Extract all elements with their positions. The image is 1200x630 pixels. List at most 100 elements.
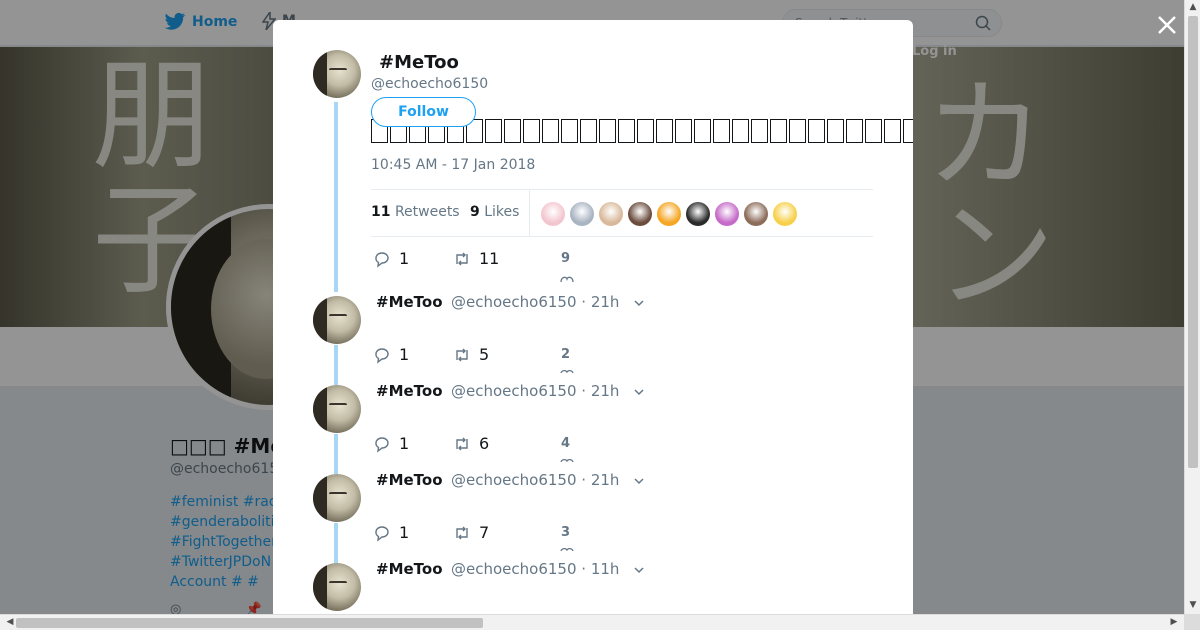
liker-avatar[interactable]	[599, 202, 623, 226]
chevron-down-icon[interactable]	[633, 475, 645, 487]
heart-icon[interactable]	[560, 547, 574, 551]
tweet-text-glyph	[865, 119, 882, 143]
reply-author-name[interactable]: #MeToo	[376, 293, 443, 311]
like-count[interactable]: 9	[561, 251, 570, 266]
vertical-scrollbar[interactable]: ▲ ▼	[1184, 0, 1200, 614]
retweets-stat[interactable]: 11 Retweets	[371, 204, 460, 220]
reply-handle-text: @echoecho6150	[451, 382, 577, 400]
scroll-up-arrow-icon[interactable]: ▲	[1185, 2, 1200, 12]
likes-label: Likes	[484, 204, 520, 220]
tweet-text-glyph	[580, 119, 597, 143]
avatar[interactable]	[313, 385, 361, 433]
reply-count: 1	[399, 249, 410, 268]
liker-avatar[interactable]	[715, 202, 739, 226]
like-count[interactable]: 2	[561, 347, 570, 362]
tweet-author-name[interactable]: #MeToo	[379, 52, 459, 73]
tweet-text-glyph	[504, 119, 521, 143]
tweet-timestamp[interactable]: 10:45 AM - 17 Jan 2018	[371, 157, 535, 173]
tweet-stats: 11 Retweets 9 Likes	[371, 189, 873, 237]
thread-line	[334, 523, 338, 563]
reply-time[interactable]: · 21h	[581, 382, 619, 400]
tweet-text-glyph	[561, 119, 578, 143]
tweet-text-glyph	[827, 119, 844, 143]
reply-author-handle[interactable]: @echoecho6150 · 21h	[451, 382, 619, 400]
tweet-text-glyph	[846, 119, 863, 143]
liker-avatar[interactable]	[570, 202, 594, 226]
thread-line	[334, 434, 338, 474]
reply-icon	[375, 525, 389, 542]
thread-line	[334, 345, 338, 385]
tweet-permalink-modal: #MeToo @echoecho6150 Follow 10:45 AM - 1…	[273, 20, 913, 614]
tweet-text-glyph	[637, 119, 654, 143]
reply-time[interactable]: · 21h	[581, 471, 619, 489]
tweet-text-glyph	[542, 119, 559, 143]
chevron-down-icon[interactable]	[633, 297, 645, 309]
horizontal-scrollbar[interactable]: ◀ ▶	[0, 614, 1184, 630]
avatar[interactable]	[313, 296, 361, 344]
heart-icon[interactable]	[560, 458, 574, 462]
reply-action[interactable]: 1	[373, 345, 409, 364]
like-count[interactable]: 4	[561, 436, 570, 451]
reply-icon	[375, 347, 389, 364]
chevron-down-icon[interactable]	[633, 386, 645, 398]
retweet-count: 6	[479, 434, 490, 453]
scroll-down-arrow-icon[interactable]: ▼	[1185, 600, 1200, 610]
avatar[interactable]	[313, 563, 361, 611]
reply-time[interactable]: · 11h	[581, 560, 619, 578]
horizontal-scroll-thumb[interactable]	[16, 618, 483, 628]
tweet-text-glyph	[789, 119, 806, 143]
reply-icon	[375, 436, 389, 453]
follow-button[interactable]: Follow	[371, 97, 476, 127]
scrollbar-corner	[1184, 614, 1200, 630]
liker-avatar[interactable]	[628, 202, 652, 226]
tweet-text-glyph	[751, 119, 768, 143]
reply-count: 1	[399, 523, 410, 542]
reply-author-handle[interactable]: @echoecho6150 · 21h	[451, 471, 619, 489]
retweet-action[interactable]: 6	[453, 434, 489, 453]
retweet-icon	[456, 526, 468, 539]
reply-time[interactable]: · 21h	[581, 293, 619, 311]
retweet-icon	[456, 348, 468, 361]
reply-author-handle[interactable]: @echoecho6150 · 21h	[451, 293, 619, 311]
vertical-scroll-thumb[interactable]	[1188, 16, 1198, 468]
reply-author-name[interactable]: #MeToo	[376, 560, 443, 578]
retweet-action[interactable]: 11	[453, 249, 499, 268]
tweet-text-glyph	[903, 119, 913, 143]
retweet-action[interactable]: 7	[453, 523, 489, 542]
retweets-count: 11	[371, 204, 391, 220]
heart-icon[interactable]	[560, 275, 574, 283]
like-count[interactable]: 3	[561, 525, 570, 540]
avatar[interactable]	[313, 50, 361, 98]
retweets-label: Retweets	[394, 204, 460, 220]
reply-author-handle[interactable]: @echoecho6150 · 11h	[451, 560, 619, 578]
liker-avatar[interactable]	[744, 202, 768, 226]
reply-author-name[interactable]: #MeToo	[376, 471, 443, 489]
liker-avatar[interactable]	[773, 202, 797, 226]
reply-handle-text: @echoecho6150	[451, 293, 577, 311]
tweet-text-glyph	[656, 119, 673, 143]
reply-action[interactable]: 1	[373, 434, 409, 453]
heart-icon[interactable]	[560, 369, 574, 373]
likes-stat[interactable]: 9 Likes	[470, 204, 519, 220]
likes-count: 9	[470, 204, 480, 220]
stats-divider	[529, 190, 530, 236]
retweet-action[interactable]: 5	[453, 345, 489, 364]
close-icon[interactable]	[1152, 10, 1182, 40]
tweet-author-handle[interactable]: @echoecho6150	[371, 76, 488, 92]
liker-avatar[interactable]	[686, 202, 710, 226]
liker-avatar[interactable]	[657, 202, 681, 226]
reply-count: 1	[399, 345, 410, 364]
scroll-right-arrow-icon[interactable]: ▶	[1166, 617, 1182, 627]
liker-avatar[interactable]	[541, 202, 565, 226]
tweet-text-glyph	[732, 119, 749, 143]
avatar[interactable]	[313, 474, 361, 522]
retweet-count: 7	[479, 523, 490, 542]
reply-action[interactable]: 1	[373, 249, 409, 268]
chevron-down-icon[interactable]	[633, 564, 645, 576]
reply-action[interactable]: 1	[373, 523, 409, 542]
retweet-count: 11	[479, 249, 500, 268]
reply-author-name[interactable]: #MeToo	[376, 382, 443, 400]
tweet-text-glyph	[599, 119, 616, 143]
retweet-icon	[456, 252, 468, 265]
reply-icon	[375, 251, 389, 268]
